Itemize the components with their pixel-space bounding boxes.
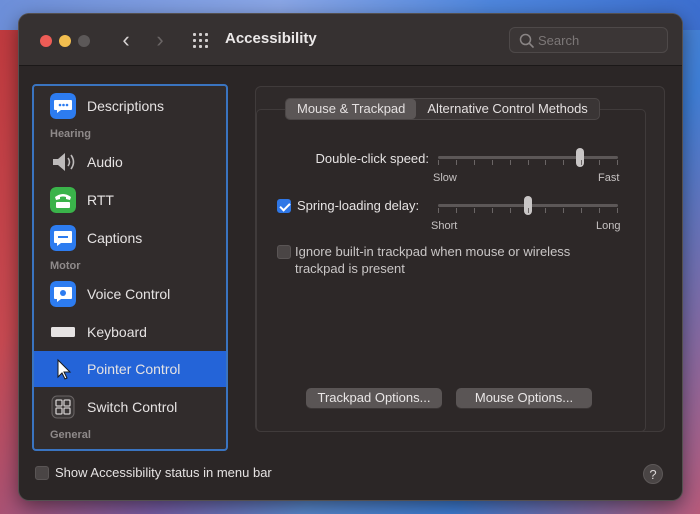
- sidebar-item-descriptions[interactable]: Descriptions: [34, 88, 226, 124]
- window-title: Accessibility: [225, 30, 317, 47]
- sidebar-item-captions[interactable]: Captions: [34, 220, 226, 256]
- speaker-icon: [53, 153, 75, 171]
- slider-tick: [545, 160, 546, 165]
- sidebar-item-pointer-control[interactable]: Pointer Control: [34, 351, 226, 387]
- double-click-speed-label: Double-click speed:: [315, 151, 429, 166]
- slider-tick: [599, 208, 600, 213]
- slider-tick: [545, 208, 546, 213]
- captions-icon: [50, 225, 76, 251]
- minimize-button[interactable]: [59, 35, 71, 47]
- help-button[interactable]: ?: [643, 464, 663, 484]
- sidebar-item-label: Pointer Control: [87, 361, 181, 377]
- slider-tick: [510, 160, 511, 165]
- sidebar-section-hearing: Hearing: [50, 128, 91, 140]
- slider-tick: [492, 160, 493, 165]
- ignore-trackpad-label-line1: Ignore built-in trackpad when mouse or w…: [295, 244, 571, 259]
- slider-tick: [474, 160, 475, 165]
- segmented-tab-control[interactable]: Mouse & Trackpad Alternative Control Met…: [285, 98, 600, 120]
- slider-tick: [528, 208, 529, 213]
- show-status-menu-bar-checkbox[interactable]: [35, 466, 49, 480]
- slider-tick: [456, 160, 457, 165]
- sidebar-item-label: Descriptions: [87, 98, 165, 114]
- tab-mouse-trackpad[interactable]: Mouse & Trackpad: [286, 99, 417, 119]
- slider-tick: [438, 208, 439, 213]
- slider-tick: [617, 160, 618, 165]
- category-sidebar[interactable]: Descriptions Hearing Audio RTT Captions …: [32, 84, 228, 451]
- tab-alternative-control-methods[interactable]: Alternative Control Methods: [416, 99, 598, 119]
- slider-tick: [581, 208, 582, 213]
- trackpad-options-button[interactable]: Trackpad Options...: [306, 388, 442, 408]
- slider-tick: [438, 160, 439, 165]
- slider-tick: [563, 160, 564, 165]
- slider-tick: [456, 208, 457, 213]
- slider-tick: [617, 208, 618, 213]
- sidebar-item-rtt[interactable]: RTT: [34, 182, 226, 218]
- mouse-options-button[interactable]: Mouse Options...: [456, 388, 592, 408]
- double-click-speed-slider[interactable]: [438, 146, 618, 170]
- switch-control-icon: [51, 395, 75, 419]
- slider-tick: [581, 160, 582, 165]
- forward-chevron-icon[interactable]: ›: [150, 28, 170, 52]
- slider-track: [438, 156, 618, 159]
- sidebar-item-label: Audio: [87, 154, 123, 170]
- slider-knob[interactable]: [576, 148, 584, 167]
- slider-tick: [510, 208, 511, 213]
- keyboard-icon: [51, 327, 75, 337]
- ignore-trackpad-label-line2: trackpad is present: [295, 261, 405, 276]
- sidebar-item-keyboard[interactable]: Keyboard: [34, 314, 226, 350]
- speech-bubble-icon: [50, 93, 76, 119]
- spring-loading-checkbox[interactable]: [277, 199, 291, 213]
- search-icon: [519, 33, 534, 48]
- sidebar-item-voice-control[interactable]: Voice Control: [34, 276, 226, 312]
- zoom-button[interactable]: [78, 35, 90, 47]
- titlebar: ‹ › Accessibility: [19, 14, 682, 66]
- spring-loading-label: Spring-loading delay:: [297, 198, 420, 213]
- slider-tick: [492, 208, 493, 213]
- preferences-window: ‹ › Accessibility Descriptions Hearing: [19, 14, 682, 500]
- sidebar-item-switch-control[interactable]: Switch Control: [34, 389, 226, 425]
- slow-label: Slow: [433, 172, 457, 184]
- long-label: Long: [596, 220, 621, 232]
- short-label: Short: [431, 220, 458, 232]
- sidebar-item-label: Switch Control: [87, 399, 178, 415]
- slider-tick: [474, 208, 475, 213]
- slider-tick: [599, 160, 600, 165]
- sidebar-item-label: RTT: [87, 192, 114, 208]
- fast-label: Fast: [598, 172, 620, 184]
- sidebar-item-label: Voice Control: [87, 286, 171, 302]
- search-field[interactable]: [509, 27, 668, 53]
- sidebar-item-label: Captions: [87, 230, 143, 246]
- show-all-grid-icon[interactable]: [193, 33, 211, 48]
- sidebar-item-label: Keyboard: [87, 324, 147, 340]
- pointer-icon: [57, 358, 72, 380]
- sidebar-section-general: General: [50, 429, 91, 441]
- slider-tick: [528, 160, 529, 165]
- sidebar-item-audio[interactable]: Audio: [34, 144, 226, 180]
- close-button[interactable]: [40, 35, 52, 47]
- show-status-menu-bar-label: Show Accessibility status in menu bar: [55, 465, 272, 480]
- slider-tick: [563, 208, 564, 213]
- sidebar-section-motor: Motor: [50, 260, 81, 272]
- tty-phone-icon: [50, 187, 76, 213]
- back-chevron-icon[interactable]: ‹: [116, 28, 136, 52]
- search-input[interactable]: [538, 30, 658, 50]
- voice-control-icon: [50, 281, 76, 307]
- spring-loading-delay-slider[interactable]: [438, 194, 618, 218]
- ignore-trackpad-checkbox[interactable]: [277, 245, 291, 259]
